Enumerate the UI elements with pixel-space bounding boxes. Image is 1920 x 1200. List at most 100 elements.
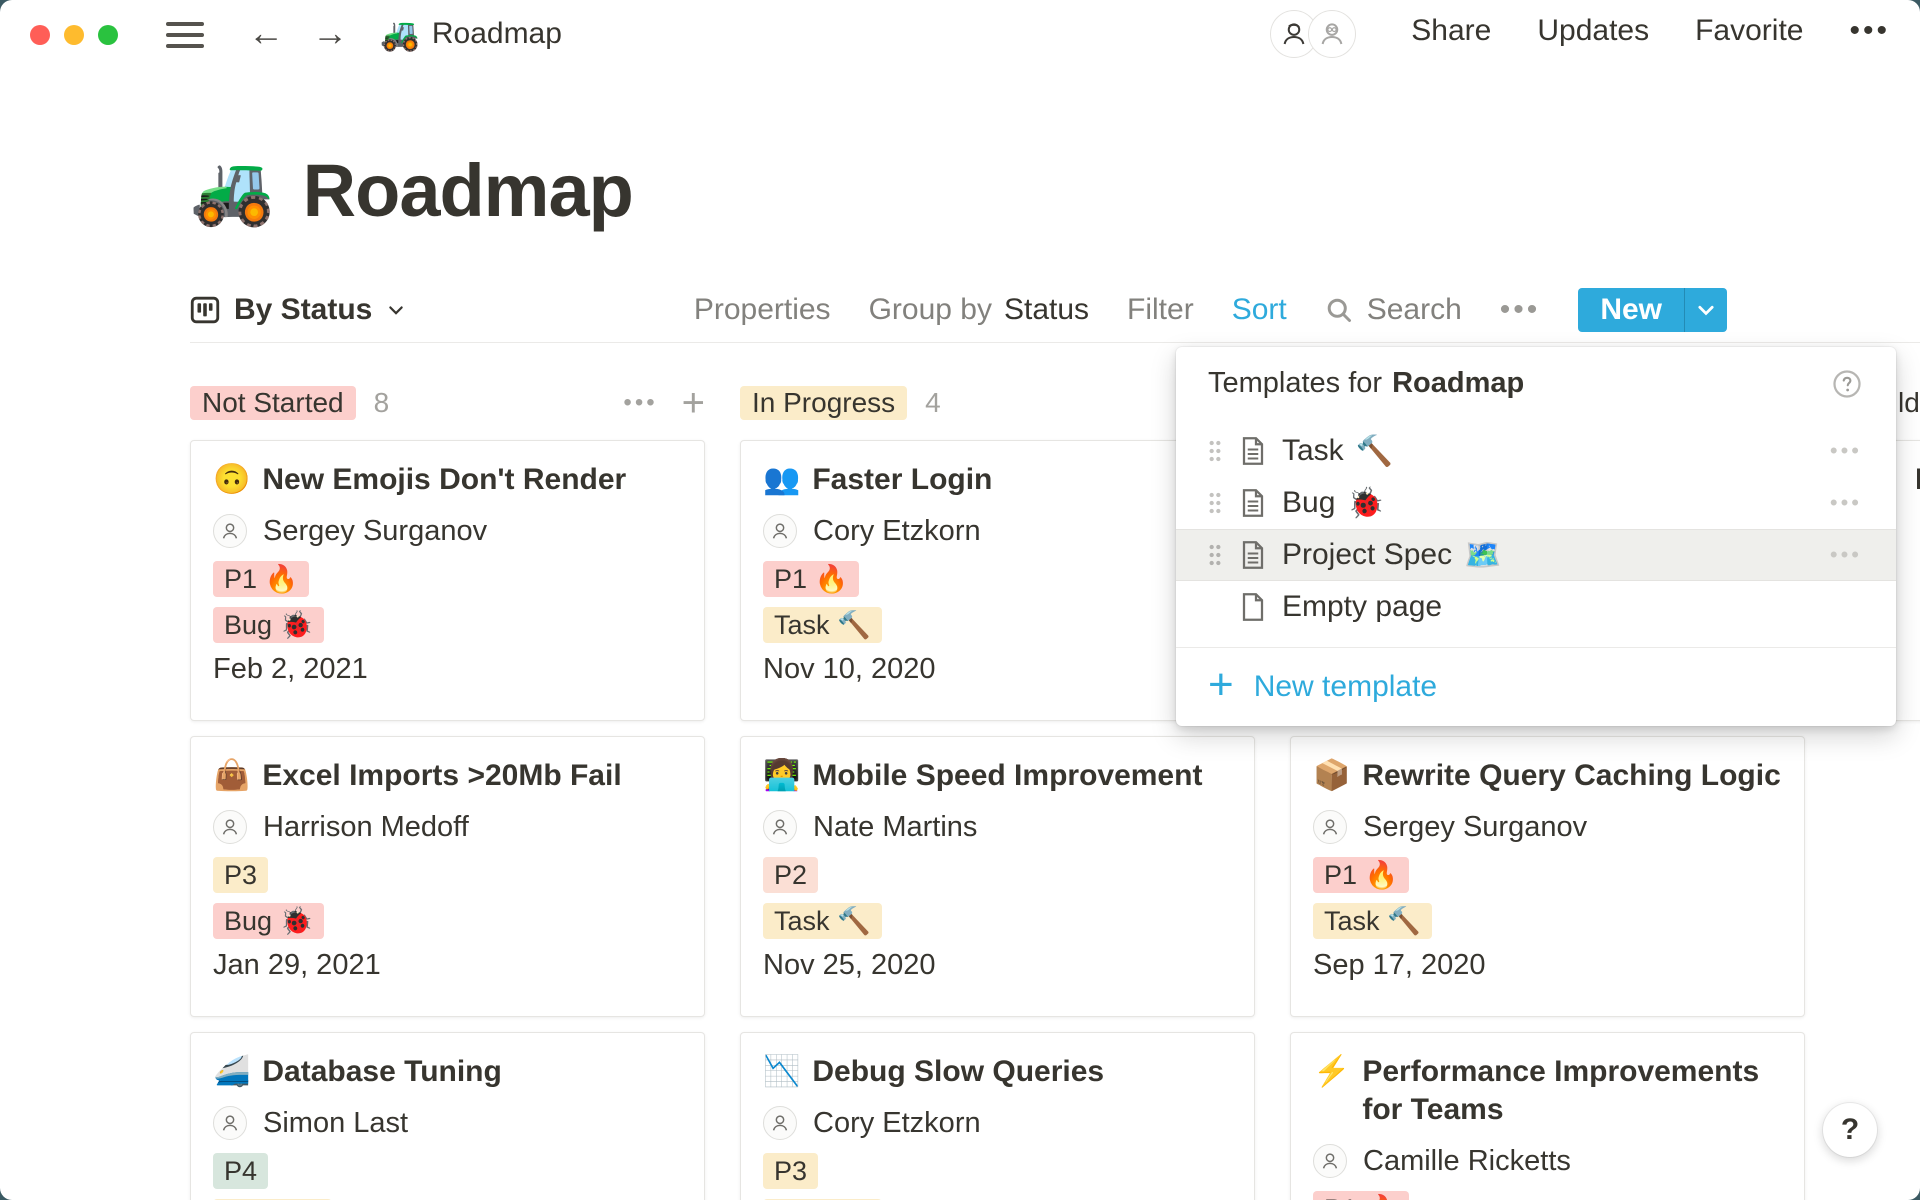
card-emoji: 👥 — [763, 461, 800, 499]
column-more-button[interactable]: ••• — [623, 389, 657, 417]
drag-handle-icon[interactable] — [1208, 543, 1222, 567]
column-add-card-button[interactable]: + — [682, 388, 705, 418]
card-title: New Emojis Don't Render — [262, 461, 626, 499]
new-template-button[interactable]: + New template — [1176, 648, 1896, 726]
page-icon — [1240, 488, 1266, 518]
template-more-button[interactable]: ••• — [1830, 542, 1862, 568]
more-options-button[interactable]: ••• — [1849, 14, 1890, 48]
clipped-column-header-fragment: ld — [1898, 387, 1920, 419]
templates-popup: Templates for Roadmap Task 🔨 ••• — [1176, 347, 1896, 726]
priority-tag: P3 — [213, 857, 268, 893]
column-count: 8 — [374, 387, 390, 419]
window-topbar: ← → 🚜 Roadmap Share Updates Favorite ••• — [0, 0, 1920, 62]
page-header: 🚜 Roadmap — [190, 138, 1920, 242]
assignee-name: Cory Etzkorn — [813, 1107, 981, 1140]
type-tag: Task 🔨 — [763, 903, 882, 939]
drag-handle-icon[interactable] — [1208, 491, 1222, 515]
world-map-emoji: 🗺️ — [1464, 538, 1501, 573]
group-by-button[interactable]: Group by Status — [869, 293, 1089, 327]
help-circle-icon[interactable] — [1832, 369, 1862, 407]
close-window-button[interactable] — [30, 25, 50, 45]
board-card[interactable]: 👩‍💻 Mobile Speed Improvement Nate Martin… — [740, 736, 1255, 1017]
popup-title-prefix: Templates for — [1208, 367, 1382, 400]
favorite-button[interactable]: Favorite — [1695, 14, 1803, 48]
type-tag: Bug 🐞 — [213, 903, 324, 939]
page-icon — [1240, 540, 1266, 570]
avatar[interactable] — [1309, 11, 1355, 57]
priority-tag: P4 — [213, 1153, 268, 1189]
blank-page-icon — [1240, 592, 1266, 622]
new-button[interactable]: New — [1578, 288, 1684, 332]
card-title: Excel Imports >20Mb Fail — [262, 757, 621, 795]
assignee-name: Nate Martins — [813, 811, 977, 844]
priority-tag: P1 🔥 — [1313, 857, 1409, 893]
board-card[interactable]: 📦 Rewrite Query Caching Logic Sergey Sur… — [1290, 736, 1805, 1017]
card-title: Rewrite Query Caching Logic — [1362, 757, 1780, 795]
board-card[interactable]: ⚡ Performance Improvements for Teams Cam… — [1290, 1032, 1805, 1200]
assignee-name: Sergey Surganov — [263, 515, 487, 548]
group-by-value: Status — [1004, 293, 1089, 327]
template-item-project-spec[interactable]: Project Spec 🗺️ ••• — [1176, 529, 1896, 581]
search-button[interactable]: Search — [1325, 293, 1462, 327]
column-status-badge[interactable]: In Progress — [740, 386, 907, 420]
view-more-button[interactable]: ••• — [1500, 293, 1541, 327]
page-emoji[interactable]: 🚜 — [190, 156, 275, 224]
doc-emoji: 🚜 — [380, 15, 420, 53]
avatar — [763, 810, 797, 844]
zoom-window-button[interactable] — [98, 25, 118, 45]
avatar — [213, 514, 247, 548]
minimize-window-button[interactable] — [64, 25, 84, 45]
card-date: Sep 17, 2020 — [1313, 949, 1782, 982]
sort-button[interactable]: Sort — [1232, 293, 1287, 327]
card-date: Nov 10, 2020 — [763, 653, 1232, 686]
board-card[interactable]: 🙃 New Emojis Don't Render Sergey Surgano… — [190, 440, 705, 721]
back-arrow-icon[interactable]: ← — [248, 15, 284, 51]
column-count: 4 — [925, 387, 941, 419]
board-card[interactable]: 👜 Excel Imports >20Mb Fail Harrison Medo… — [190, 736, 705, 1017]
template-item-empty-page[interactable]: Empty page — [1176, 581, 1896, 633]
traffic-lights — [30, 25, 118, 45]
view-switcher[interactable]: By Status — [190, 293, 406, 327]
view-toolbar: By Status Properties Group by Status Fil… — [190, 278, 1920, 343]
card-title: Database Tuning — [262, 1053, 501, 1091]
page-title[interactable]: Roadmap — [303, 148, 633, 233]
card-emoji: 🙃 — [213, 461, 250, 499]
avatar — [1313, 1144, 1347, 1178]
hammer-emoji: 🔨 — [1356, 434, 1393, 469]
breadcrumb[interactable]: 🚜 Roadmap — [380, 15, 562, 53]
sidebar-menu-icon[interactable] — [166, 22, 204, 48]
drag-handle-icon[interactable] — [1208, 439, 1222, 463]
column-status-badge[interactable]: Not Started — [190, 386, 356, 420]
assignee-name: Sergey Surganov — [1363, 811, 1587, 844]
app-window: ← → 🚜 Roadmap Share Updates Favorite •••… — [0, 0, 1920, 1200]
card-emoji: 📉 — [763, 1053, 800, 1091]
card-emoji: 📦 — [1313, 757, 1350, 795]
card-title: Debug Slow Queries — [812, 1053, 1104, 1091]
template-item-task[interactable]: Task 🔨 ••• — [1176, 425, 1896, 477]
updates-button[interactable]: Updates — [1537, 14, 1649, 48]
properties-button[interactable]: Properties — [694, 293, 831, 327]
forward-arrow-icon[interactable]: → — [312, 15, 348, 51]
board-card[interactable]: 🚄 Database Tuning Simon Last P4 Task 🔨 — [190, 1032, 705, 1200]
new-template-label: New template — [1254, 670, 1437, 704]
empty-page-label: Empty page — [1282, 590, 1442, 624]
share-button[interactable]: Share — [1411, 14, 1491, 48]
template-label: Bug — [1282, 486, 1335, 520]
template-item-bug[interactable]: Bug 🐞 ••• — [1176, 477, 1896, 529]
filter-button[interactable]: Filter — [1127, 293, 1194, 327]
assignee-name: Camille Ricketts — [1363, 1145, 1571, 1178]
ladybug-emoji: 🐞 — [1347, 486, 1384, 521]
help-button[interactable]: ? — [1823, 1103, 1877, 1157]
template-more-button[interactable]: ••• — [1830, 490, 1862, 516]
type-tag: Task 🔨 — [1313, 903, 1432, 939]
priority-tag: P1 🔥 — [1313, 1191, 1409, 1200]
card-emoji: 🚄 — [213, 1053, 250, 1091]
board-view-icon — [190, 295, 220, 325]
popup-title-name: Roadmap — [1392, 367, 1524, 400]
board-card[interactable]: 📉 Debug Slow Queries Cory Etzkorn P3 Tas… — [740, 1032, 1255, 1200]
template-more-button[interactable]: ••• — [1830, 438, 1862, 464]
collaborator-avatars[interactable] — [1271, 11, 1355, 57]
chevron-down-icon — [1695, 299, 1717, 321]
new-dropdown-button[interactable] — [1684, 288, 1727, 332]
column-not-started: Not Started 8 ••• + 🙃 New Emojis Don't R… — [190, 386, 705, 1200]
